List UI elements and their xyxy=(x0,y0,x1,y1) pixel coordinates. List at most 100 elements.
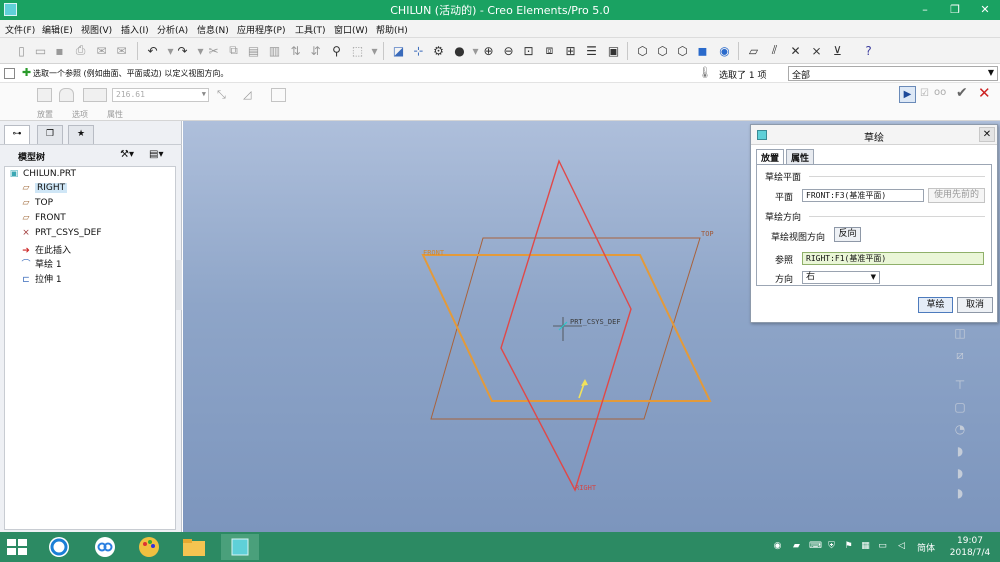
model-tree-tab-icon[interactable]: ⊶ xyxy=(4,125,30,144)
menu-edit[interactable]: 编辑(E) xyxy=(42,23,73,36)
copy-icon[interactable]: ⧉ xyxy=(225,42,242,59)
menu-window[interactable]: 窗口(W) xyxy=(334,23,368,36)
rib-tool-icon[interactable]: ◔ xyxy=(950,422,970,440)
selection-count[interactable]: 选取了 1 项 xyxy=(719,68,766,81)
zoom-out-icon[interactable]: ⊖ xyxy=(500,42,517,59)
zoom-in-icon[interactable]: ⊕ xyxy=(480,42,497,59)
dashboard-tab-placement[interactable]: 放置 xyxy=(37,109,53,120)
hidden-line-icon[interactable]: ⬡ xyxy=(654,42,671,59)
shaded-icon[interactable]: ◼ xyxy=(694,42,711,59)
depth-option-icon[interactable] xyxy=(83,88,107,102)
tree-item-extrude[interactable]: ⊏ 拉伸 1 xyxy=(20,272,61,286)
cancel-x-icon[interactable]: ✕ xyxy=(978,84,991,102)
resume-play-icon[interactable]: ▶ xyxy=(899,86,916,103)
email-link-icon[interactable]: ✉ xyxy=(113,42,130,59)
hole-tool-icon[interactable]: ⊤ xyxy=(950,378,970,396)
tree-item-csys[interactable]: ⨯ PRT_CSYS_DEF xyxy=(20,228,101,242)
flip-depth-icon[interactable]: ⤡ xyxy=(217,88,232,102)
layers-icon[interactable]: ☰ xyxy=(583,42,600,59)
no-hidden-icon[interactable]: ⬡ xyxy=(674,42,691,59)
view-manager-icon[interactable]: ▣ xyxy=(605,42,622,59)
surface-toggle-icon[interactable] xyxy=(59,88,74,102)
sogou-icon[interactable] xyxy=(40,534,78,560)
folder-browser-tab-icon[interactable]: ❐ xyxy=(37,125,63,144)
undo-icon[interactable]: ↶ xyxy=(144,42,161,59)
thicken-icon[interactable] xyxy=(271,88,286,102)
reference-field[interactable]: RIGHT:F1(基准平面) xyxy=(802,252,984,265)
front-datum-plane[interactable] xyxy=(421,254,712,402)
csys-toggle-icon[interactable]: ⨯ xyxy=(808,42,825,59)
paint-palette-icon[interactable] xyxy=(130,534,168,560)
top-datum-plane[interactable] xyxy=(430,237,701,420)
draft-tool-icon[interactable]: ◗ xyxy=(950,444,970,462)
new-file-icon[interactable]: ▯ xyxy=(13,42,30,59)
direction-select[interactable]: 右 ▼ xyxy=(802,271,880,284)
maximize-button[interactable]: ❐ xyxy=(940,0,970,20)
refit-icon[interactable]: ⊡ xyxy=(520,42,537,59)
selection-filter-select[interactable]: 全部 ▼ xyxy=(788,66,998,81)
file-explorer-icon[interactable] xyxy=(175,534,213,560)
message-log-icon[interactable] xyxy=(4,68,15,79)
tree-item-sketch[interactable]: ⌒ 草绘 1 xyxy=(20,257,61,271)
regen-manager-icon[interactable]: ⇵ xyxy=(307,42,324,59)
tray-security-icon[interactable]: ⛨ xyxy=(826,541,837,552)
paste-special-icon[interactable]: ▥ xyxy=(266,42,283,59)
tray-network-icon[interactable]: ▦ xyxy=(860,541,871,552)
tree-item-top[interactable]: ▱ TOP xyxy=(20,198,53,212)
tab-placement[interactable]: 放置 xyxy=(756,149,785,164)
wireframe-icon[interactable]: ⬡ xyxy=(634,42,651,59)
tree-settings-icon[interactable]: ⚒▾ xyxy=(120,149,134,160)
chamfer-tool-icon[interactable]: ◗ xyxy=(950,486,970,504)
pause-icon[interactable]: ☑ xyxy=(920,88,929,99)
ime-indicator[interactable]: 简体 xyxy=(917,541,935,554)
minimize-button[interactable]: – xyxy=(910,0,940,20)
select-box-icon[interactable]: ⬚ xyxy=(349,42,366,59)
sketch-plane-field[interactable]: FRONT:F3(基准平面) xyxy=(802,189,924,202)
tree-show-icon[interactable]: ▤▾ xyxy=(149,149,163,160)
flip-button[interactable]: 反向 xyxy=(834,227,861,242)
datum-axis-tool-icon[interactable]: ⧄ xyxy=(950,348,970,366)
shell-tool-icon[interactable]: ▢ xyxy=(950,400,970,418)
round-tool-icon[interactable]: ◗ xyxy=(950,466,970,484)
shading-sphere-icon[interactable]: ● xyxy=(451,42,468,59)
repaint-icon[interactable]: ◪ xyxy=(390,42,407,59)
orient-mode-icon[interactable]: ⚙ xyxy=(430,42,447,59)
verify-glasses-icon[interactable]: oo xyxy=(934,87,946,98)
tray-flag-icon[interactable]: ⚑ xyxy=(843,541,854,552)
menu-tools[interactable]: 工具(T) xyxy=(295,23,326,36)
tree-item-right[interactable]: ▱ RIGHT xyxy=(20,183,68,197)
sketch-cancel-button[interactable]: 取消 xyxy=(957,297,993,313)
enhanced-realism-icon[interactable]: ◉ xyxy=(716,42,733,59)
menu-file[interactable]: 文件(F) xyxy=(5,23,35,36)
menu-applications[interactable]: 应用程序(P) xyxy=(237,23,285,36)
dashboard-tab-options[interactable]: 选项 xyxy=(72,109,88,120)
print-icon[interactable]: ⎙ xyxy=(72,42,89,59)
panel-splitter[interactable] xyxy=(176,260,182,310)
regenerate-icon[interactable]: ⇅ xyxy=(287,42,304,59)
apply-check-icon[interactable]: ✔ xyxy=(956,85,968,101)
close-icon[interactable]: ✕ xyxy=(979,127,995,142)
tree-item-front[interactable]: ▱ FRONT xyxy=(20,213,66,227)
solid-toggle-icon[interactable] xyxy=(37,88,52,102)
datum-plane-tool-icon[interactable]: ◫ xyxy=(950,326,970,344)
depth-value-field[interactable]: 216.61 ▼ xyxy=(112,88,209,102)
tree-item-part[interactable]: ▣ CHILUN.PRT xyxy=(8,169,76,183)
close-window-button[interactable]: ✕ xyxy=(970,0,1000,20)
use-previous-button[interactable]: 使用先前的 xyxy=(928,188,985,203)
open-file-icon[interactable]: ▭ xyxy=(32,42,49,59)
select-dropdown-icon[interactable]: ▾ xyxy=(366,42,383,59)
baidu-netdisk-icon[interactable] xyxy=(86,534,124,560)
redo-icon[interactable]: ↷ xyxy=(174,42,191,59)
sketch-ok-button[interactable]: 草绘 xyxy=(918,297,953,313)
saved-views-icon[interactable]: ⊞ xyxy=(562,42,579,59)
annotation-toggle-icon[interactable]: ⊻ xyxy=(829,42,846,59)
menu-insert[interactable]: 插入(I) xyxy=(121,23,149,36)
dashboard-tab-properties[interactable]: 属性 xyxy=(107,109,123,120)
tray-volume-icon[interactable]: ◁ xyxy=(896,541,907,552)
menu-view[interactable]: 视图(V) xyxy=(81,23,112,36)
menu-analysis[interactable]: 分析(A) xyxy=(157,23,188,36)
context-help-icon[interactable]: ? xyxy=(860,42,877,59)
tray-chrome-icon[interactable]: ◉ xyxy=(772,541,783,552)
datum-axes-toggle-icon[interactable]: ⫽ xyxy=(766,42,783,59)
cut-icon[interactable]: ✂ xyxy=(205,42,222,59)
